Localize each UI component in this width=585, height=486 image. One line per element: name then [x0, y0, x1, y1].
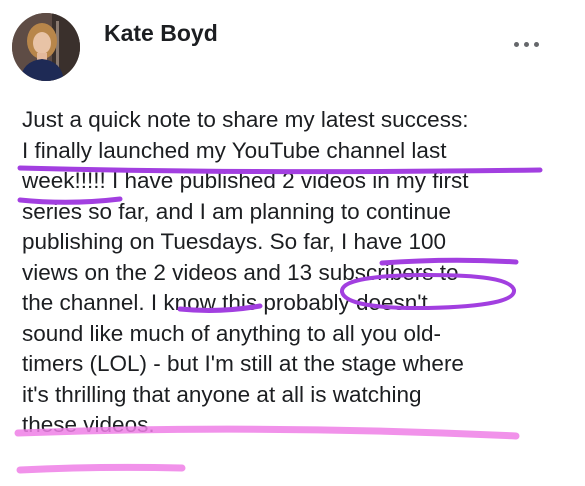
- post-line: sound like much of anything to all you o…: [22, 320, 441, 346]
- more-options-icon[interactable]: [514, 34, 548, 54]
- author-avatar[interactable]: [12, 13, 80, 81]
- avatar-photo: [12, 13, 80, 81]
- post-line: these videos.: [22, 412, 155, 437]
- post-line: timers (LOL) - but I'm still at the stag…: [22, 351, 464, 376]
- highlight-annotation: [16, 463, 186, 474]
- post-line: Just a quick note to share my latest suc…: [22, 107, 469, 132]
- post-line: the channel. I know this probably doesn'…: [22, 290, 428, 315]
- dot: [534, 41, 539, 47]
- post-line: publishing on Tuesdays. So far, I have 1…: [22, 229, 447, 254]
- facebook-post: Kate Boyd Just a quick note to share my …: [0, 0, 585, 486]
- post-line: views on the 2 videos and 13 subscribers…: [22, 259, 459, 285]
- post-line: it's thrilling that anyone at all is wat…: [22, 381, 422, 407]
- author-name[interactable]: Kate Boyd: [104, 20, 218, 47]
- post-body: Just a quick note to share my latest suc…: [22, 105, 582, 441]
- post-line: week!!!!! I have published 2 videos in m…: [22, 168, 469, 193]
- post-line: I finally launched my YouTube channel la…: [22, 137, 447, 163]
- post-line: series so far, and I am planning to cont…: [22, 198, 452, 224]
- dot: [524, 41, 529, 47]
- dot: [514, 41, 519, 47]
